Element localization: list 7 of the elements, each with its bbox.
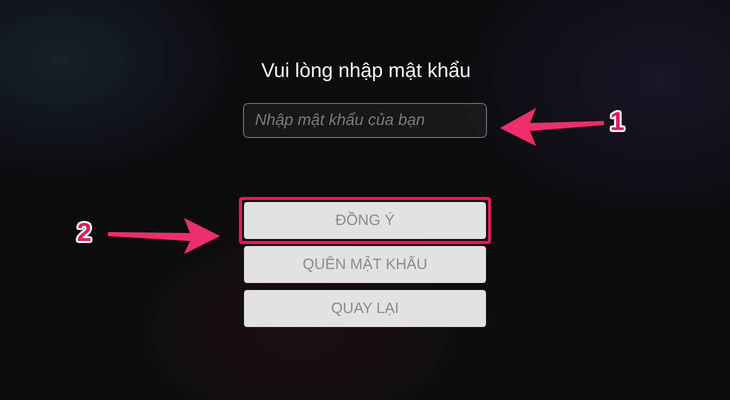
dialog-title: Vui lòng nhập mật khẩu (260, 60, 471, 83)
menu-button[interactable]: ĐỒNG Ý (244, 202, 486, 239)
password-field[interactable]: Nhập mật khẩu của bạn (243, 103, 487, 138)
menu-button[interactable]: QUÊN MẬT KHẨU (244, 246, 486, 283)
menu-button[interactable]: QUAY LẠI (244, 290, 486, 327)
step-number: 2 (77, 219, 92, 245)
step-number: 1 (610, 108, 624, 134)
